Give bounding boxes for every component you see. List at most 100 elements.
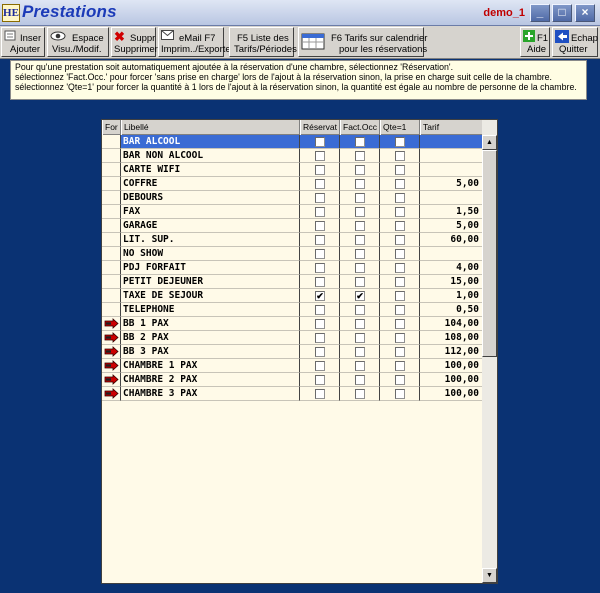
libelle-cell[interactable]: GARAGE <box>121 219 300 233</box>
qte-checkbox[interactable] <box>395 165 405 175</box>
table-row[interactable]: TELEPHONE 0,50 <box>102 303 483 317</box>
fact-occ-checkbox[interactable] <box>355 277 365 287</box>
qte-checkbox[interactable] <box>395 221 405 231</box>
reservation-checkbox[interactable] <box>315 305 325 315</box>
formula-cell[interactable] <box>102 233 121 247</box>
reservation-checkbox[interactable] <box>315 193 325 203</box>
formula-cell[interactable] <box>102 177 121 191</box>
qte-checkbox[interactable] <box>395 235 405 245</box>
reservation-checkbox[interactable] <box>315 277 325 287</box>
formula-cell[interactable] <box>102 387 121 401</box>
libelle-cell[interactable]: BB 1 PAX <box>121 317 300 331</box>
libelle-cell[interactable]: TAXE DE SEJOUR <box>121 289 300 303</box>
table-row[interactable]: GARAGE 5,00 <box>102 219 483 233</box>
column-header-for[interactable]: For <box>102 120 121 135</box>
libelle-cell[interactable]: CARTE WIFI <box>121 163 300 177</box>
table-row[interactable]: BB 3 PAX 112,00 <box>102 345 483 359</box>
maximize-button[interactable]: □ <box>552 4 572 22</box>
table-row[interactable]: CARTE WIFI <box>102 163 483 177</box>
view-edit-button[interactable]: Espace Visu./Modif. <box>47 27 109 57</box>
tarif-cell[interactable]: 1,50 <box>420 205 483 219</box>
qte-checkbox[interactable] <box>395 347 405 357</box>
libelle-cell[interactable]: BB 3 PAX <box>121 345 300 359</box>
column-header-fact-occ[interactable]: Fact.Occ <box>340 120 380 135</box>
table-row[interactable]: NO SHOW <box>102 247 483 261</box>
table-row[interactable]: LIT. SUP. 60,00 <box>102 233 483 247</box>
fact-occ-checkbox[interactable] <box>355 151 365 161</box>
formula-cell[interactable] <box>102 261 121 275</box>
tarif-cell[interactable] <box>420 163 483 177</box>
libelle-cell[interactable]: LIT. SUP. <box>121 233 300 247</box>
fact-occ-checkbox[interactable] <box>355 375 365 385</box>
libelle-cell[interactable]: CHAMBRE 3 PAX <box>121 387 300 401</box>
fact-occ-checkbox[interactable] <box>355 389 365 399</box>
tarif-cell[interactable] <box>420 247 483 261</box>
libelle-cell[interactable]: BB 2 PAX <box>121 331 300 345</box>
reservation-checkbox[interactable] <box>315 151 325 161</box>
column-header-reservation[interactable]: Réservat <box>300 120 340 135</box>
fact-occ-checkbox[interactable] <box>355 137 365 147</box>
minimize-button[interactable]: _ <box>530 4 550 22</box>
formula-cell[interactable] <box>102 205 121 219</box>
fact-occ-checkbox[interactable] <box>355 249 365 259</box>
reservation-checkbox[interactable]: ✔ <box>315 291 325 301</box>
tarif-cell[interactable]: 108,00 <box>420 331 483 345</box>
qte-checkbox[interactable] <box>395 319 405 329</box>
libelle-cell[interactable]: NO SHOW <box>121 247 300 261</box>
table-row[interactable]: BB 1 PAX 104,00 <box>102 317 483 331</box>
libelle-cell[interactable]: PDJ FORFAIT <box>121 261 300 275</box>
qte-checkbox[interactable] <box>395 291 405 301</box>
fact-occ-checkbox[interactable] <box>355 193 365 203</box>
tarif-cell[interactable]: 60,00 <box>420 233 483 247</box>
formula-cell[interactable] <box>102 359 121 373</box>
reservation-checkbox[interactable] <box>315 137 325 147</box>
qte-checkbox[interactable] <box>395 249 405 259</box>
fact-occ-checkbox[interactable] <box>355 319 365 329</box>
reservation-checkbox[interactable] <box>315 179 325 189</box>
tarif-cell[interactable]: 100,00 <box>420 373 483 387</box>
reservation-checkbox[interactable] <box>315 249 325 259</box>
reservation-checkbox[interactable] <box>315 207 325 217</box>
formula-cell[interactable] <box>102 303 121 317</box>
qte-checkbox[interactable] <box>395 137 405 147</box>
email-print-export-button[interactable]: eMail F7 Imprim../Exporte <box>158 27 231 57</box>
reservation-checkbox[interactable] <box>315 333 325 343</box>
fact-occ-checkbox[interactable] <box>355 179 365 189</box>
tarif-cell[interactable]: 1,00 <box>420 289 483 303</box>
quit-button[interactable]: Echap Quitter <box>552 27 598 57</box>
libelle-cell[interactable]: BAR NON ALCOOL <box>121 149 300 163</box>
qte-checkbox[interactable] <box>395 361 405 371</box>
column-header-libelle[interactable]: Libellé <box>121 120 300 135</box>
tarif-cell[interactable] <box>420 191 483 205</box>
formula-cell[interactable] <box>102 331 121 345</box>
reservation-checkbox[interactable] <box>315 221 325 231</box>
table-row[interactable]: CHAMBRE 1 PAX 100,00 <box>102 359 483 373</box>
table-row[interactable]: FAX 1,50 <box>102 205 483 219</box>
fact-occ-checkbox[interactable] <box>355 165 365 175</box>
tarif-cell[interactable]: 100,00 <box>420 359 483 373</box>
column-header-tarif[interactable]: Tarif <box>420 120 483 135</box>
formula-cell[interactable] <box>102 373 121 387</box>
fact-occ-checkbox[interactable] <box>355 235 365 245</box>
table-row[interactable]: DEBOURS <box>102 191 483 205</box>
fact-occ-checkbox[interactable] <box>355 207 365 217</box>
tarif-cell[interactable]: 112,00 <box>420 345 483 359</box>
calendar-rates-button[interactable]: F6 Tarifs sur calendrier pour les réserv… <box>298 27 427 57</box>
insert-button[interactable]: Inser Ajouter <box>1 27 45 57</box>
libelle-cell[interactable]: TELEPHONE <box>121 303 300 317</box>
libelle-cell[interactable]: COFFRE <box>121 177 300 191</box>
tarif-cell[interactable]: 4,00 <box>420 261 483 275</box>
delete-button[interactable]: ✖ Suppr Supprimer <box>111 27 158 57</box>
qte-checkbox[interactable] <box>395 333 405 343</box>
help-button[interactable]: F1 Aide <box>520 27 550 57</box>
fact-occ-checkbox[interactable] <box>355 347 365 357</box>
formula-cell[interactable] <box>102 247 121 261</box>
column-header-qte[interactable]: Qte=1 <box>380 120 420 135</box>
tarif-cell[interactable]: 104,00 <box>420 317 483 331</box>
close-button[interactable]: × <box>575 4 595 22</box>
table-row[interactable]: BAR NON ALCOOL <box>102 149 483 163</box>
tarif-cell[interactable]: 5,00 <box>420 219 483 233</box>
table-row[interactable]: CHAMBRE 3 PAX 100,00 <box>102 387 483 401</box>
formula-cell[interactable] <box>102 345 121 359</box>
scroll-up-arrow-icon[interactable]: ▲ <box>482 135 497 150</box>
